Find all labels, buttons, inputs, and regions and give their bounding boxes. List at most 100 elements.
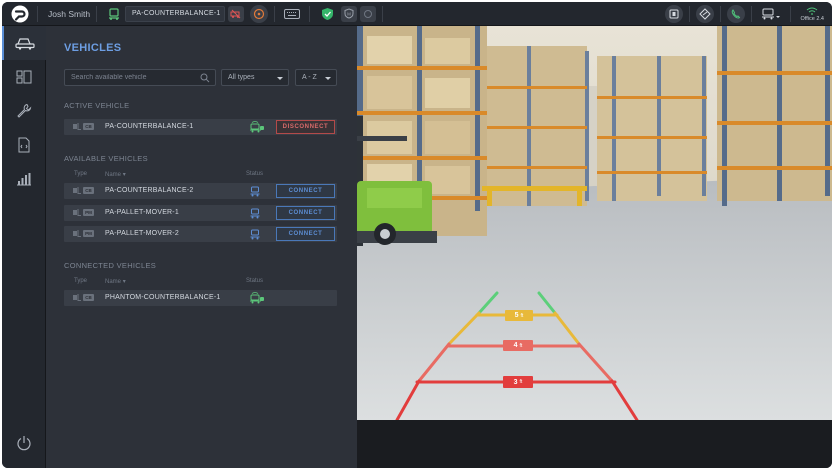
vehicle-type-icon: CB bbox=[72, 294, 94, 301]
divider bbox=[382, 5, 384, 22]
distance-unit: ft bbox=[520, 312, 524, 319]
vehicle-available-icon bbox=[250, 228, 260, 242]
app-logo-icon[interactable] bbox=[9, 3, 31, 25]
available-vehicle-row[interactable]: CB PA-COUNTERBALANCE-2 CONNECT bbox=[64, 183, 337, 199]
disconnect-button[interactable]: DISCONNECT bbox=[276, 120, 335, 134]
column-status[interactable]: Status bbox=[246, 171, 263, 177]
sort-dropdown[interactable]: A - Z bbox=[295, 69, 337, 86]
left-nav-rail bbox=[2, 26, 46, 468]
vehicle-name: PA-COUNTERBALANCE-1 bbox=[105, 123, 194, 130]
wifi-icon bbox=[806, 7, 818, 15]
vehicle-type-icon: CB bbox=[72, 123, 94, 130]
divider bbox=[719, 6, 721, 22]
nav-tools[interactable] bbox=[2, 94, 46, 128]
power-icon bbox=[17, 436, 31, 451]
nav-reports[interactable] bbox=[2, 128, 46, 162]
layout-icon bbox=[16, 70, 32, 84]
divider bbox=[96, 5, 98, 22]
vehicle-name: PHANTOM-COUNTERBALANCE-1 bbox=[105, 294, 221, 301]
vehicle-available-icon bbox=[250, 207, 260, 221]
shield-mode-icon[interactable]: M bbox=[341, 5, 358, 22]
active-vehicle-heading: ACTIVE VEHICLE bbox=[64, 101, 130, 110]
vehicle-type-badge: CB bbox=[83, 187, 94, 194]
sort-caret-icon: ▾ bbox=[122, 279, 126, 285]
document-icon bbox=[18, 137, 30, 153]
network-status[interactable]: Office 2.4 bbox=[801, 7, 824, 22]
nav-analytics[interactable] bbox=[2, 162, 46, 196]
divider bbox=[37, 5, 38, 22]
connect-button[interactable]: CONNECT bbox=[276, 206, 335, 220]
divider bbox=[750, 6, 752, 22]
connected-vehicle-row[interactable]: CB PHANTOM-COUNTERBALANCE-1 bbox=[64, 290, 337, 306]
vehicle-type-icon: CB bbox=[72, 187, 94, 194]
available-vehicles-heading: AVAILABLE VEHICLES bbox=[64, 154, 148, 163]
vehicle-name: PA-COUNTERBALANCE-2 bbox=[105, 187, 194, 194]
column-name[interactable]: Name ▾ bbox=[105, 171, 126, 178]
vehicle-type-badge: PM bbox=[83, 230, 94, 237]
user-name[interactable]: Josh Smith bbox=[48, 9, 90, 19]
vehicle-disconnect-icon[interactable] bbox=[228, 5, 245, 22]
shield-check-icon[interactable] bbox=[318, 5, 336, 23]
distance-value: 4 bbox=[513, 342, 518, 349]
camera-feed[interactable]: 5 ft 4 ft 3 ft bbox=[357, 26, 832, 420]
column-type[interactable]: Type bbox=[74, 278, 87, 284]
top-bar: Josh Smith PA-COUNTERBALANCE-1 M Office … bbox=[2, 2, 832, 26]
vehicle-type-badge: CB bbox=[83, 123, 94, 130]
nav-vehicles[interactable] bbox=[2, 26, 46, 60]
vehicles-panel: VEHICLES All types A - Z ACTIVE VEHICLE … bbox=[46, 26, 357, 468]
column-name-label: Name bbox=[105, 279, 122, 285]
search-icon bbox=[200, 73, 210, 83]
vehicle-type-icon: PM bbox=[72, 230, 94, 237]
safety-off-icon[interactable] bbox=[360, 5, 377, 22]
distance-label-4ft: 4 ft bbox=[503, 340, 533, 351]
search-input[interactable] bbox=[65, 74, 197, 81]
vehicle-online-icon bbox=[249, 121, 265, 135]
record-icon[interactable] bbox=[664, 5, 683, 23]
connect-button[interactable]: CONNECT bbox=[276, 184, 335, 198]
type-filter-value: All types bbox=[228, 74, 255, 81]
distance-label-5ft: 5 ft bbox=[505, 310, 533, 321]
vehicle-type-icon: PM bbox=[72, 209, 94, 216]
steering-wheel-icon[interactable] bbox=[250, 4, 269, 23]
vehicle-menu-icon[interactable] bbox=[760, 5, 782, 23]
right-storage-rack bbox=[717, 26, 832, 206]
type-filter-dropdown[interactable]: All types bbox=[221, 69, 289, 86]
column-name-label: Name bbox=[105, 172, 122, 178]
navigation-compass-icon[interactable] bbox=[695, 5, 714, 23]
wrench-icon bbox=[17, 103, 32, 118]
chevron-down-icon bbox=[277, 77, 283, 80]
vehicle-status-icon bbox=[105, 5, 123, 23]
vehicle-type-badge: PM bbox=[83, 209, 94, 216]
bar-chart-icon bbox=[17, 173, 31, 186]
phone-call-icon[interactable] bbox=[726, 5, 745, 23]
center-storage-racks bbox=[487, 46, 707, 206]
connect-button[interactable]: CONNECT bbox=[276, 227, 335, 241]
sort-value: A - Z bbox=[302, 74, 317, 81]
connected-vehicles-heading: CONNECTED VEHICLES bbox=[64, 261, 157, 270]
nav-dashboard[interactable] bbox=[2, 60, 46, 94]
divider bbox=[309, 5, 311, 22]
vehicle-icon bbox=[15, 38, 35, 50]
distance-unit: ft bbox=[519, 342, 523, 349]
distance-label-3ft: 3 ft bbox=[503, 376, 533, 388]
svg-text:M: M bbox=[347, 12, 351, 17]
office-label: Office 2.4 bbox=[800, 15, 824, 22]
distance-value: 5 bbox=[514, 312, 519, 319]
column-name[interactable]: Name ▾ bbox=[105, 278, 126, 285]
available-vehicle-row[interactable]: PM PA-PALLET-MOVER-1 CONNECT bbox=[64, 205, 337, 221]
vehicle-select[interactable]: PA-COUNTERBALANCE-1 bbox=[125, 5, 226, 22]
chevron-down-icon bbox=[325, 77, 331, 80]
divider bbox=[274, 5, 276, 22]
keyboard-icon[interactable] bbox=[283, 5, 301, 23]
active-vehicle-row[interactable]: CB PA-COUNTERBALANCE-1 DISCONNECT bbox=[64, 119, 337, 135]
sort-caret-icon: ▾ bbox=[122, 172, 126, 178]
divider bbox=[688, 6, 690, 22]
distance-unit: ft bbox=[519, 379, 523, 385]
column-status[interactable]: Status bbox=[246, 278, 263, 284]
vehicle-type-badge: CB bbox=[83, 294, 94, 301]
column-type[interactable]: Type bbox=[74, 171, 87, 177]
power-button[interactable] bbox=[2, 428, 46, 458]
divider bbox=[789, 6, 791, 22]
warehouse-camera-image bbox=[357, 26, 832, 420]
available-vehicle-row[interactable]: PM PA-PALLET-MOVER-2 CONNECT bbox=[64, 226, 337, 242]
